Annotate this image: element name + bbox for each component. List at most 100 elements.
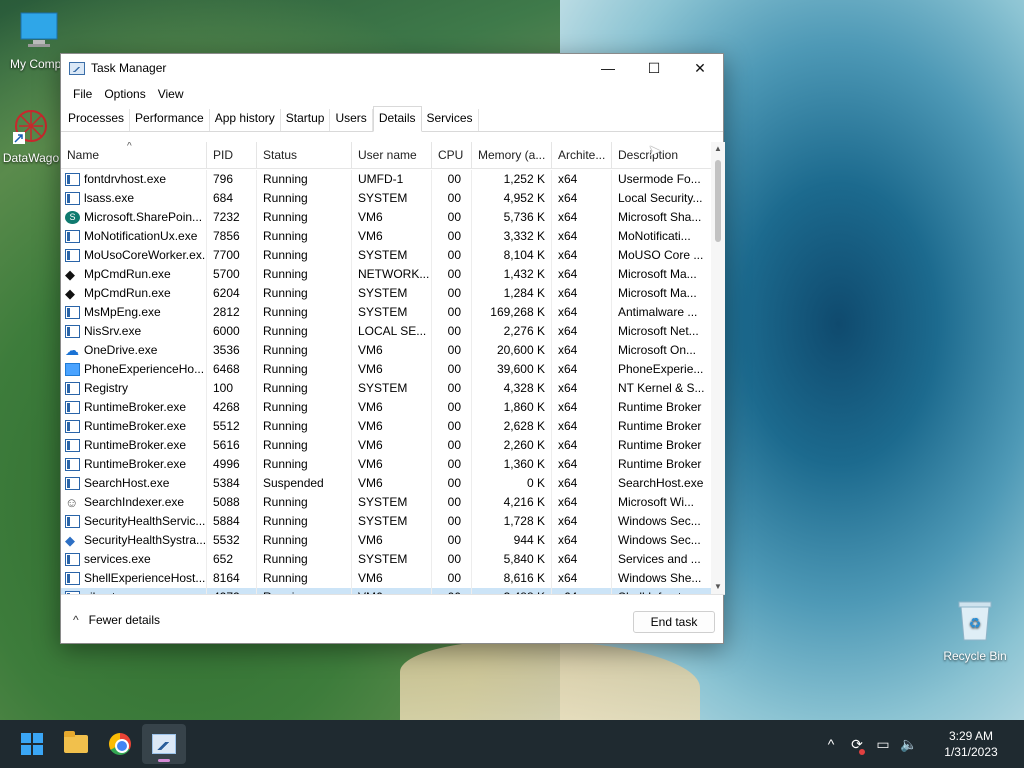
show-desktop-button[interactable] [1016, 720, 1024, 768]
tab-startup[interactable]: Startup [281, 109, 331, 131]
network-icon[interactable]: ▭ [870, 736, 896, 753]
user-name-cell: NETWORK... [352, 265, 432, 284]
process-name-cell: MsMpEng.exe [61, 303, 207, 322]
user-name-cell: VM6 [352, 569, 432, 588]
process-name-cell: ShellExperienceHost... [61, 569, 207, 588]
task-manager-icon [152, 734, 176, 754]
column-header-architecture[interactable]: Archite... [552, 142, 612, 169]
windows-logo-icon [21, 733, 43, 755]
table-row[interactable]: SearchHost.exe 5384 Suspended VM6 00 0 Kx64 Se… [61, 474, 711, 493]
process-name-cell: RuntimeBroker.exe [61, 455, 207, 474]
fewer-details-toggle[interactable]: ^ Fewer details [61, 613, 160, 627]
cpu-cell: 00 [432, 284, 472, 303]
architecture-cell: x64 [552, 436, 612, 455]
process-name: OneDrive.exe [84, 343, 158, 357]
clock[interactable]: 3:29 AM 1/31/2023 [926, 728, 1016, 760]
column-header-cpu[interactable]: CPU [432, 142, 472, 169]
description-cell: NT Kernel & S... [618, 381, 705, 395]
process-name: Microsoft.SharePoin... [84, 210, 203, 224]
process-name: RuntimeBroker.exe [84, 419, 187, 433]
tab-users[interactable]: Users [330, 109, 373, 131]
tab-app-history[interactable]: App history [210, 109, 281, 131]
memory-cell: 1,860 K [472, 398, 552, 417]
tab-processes[interactable]: Processes [63, 109, 131, 131]
user-name-cell: SYSTEM [352, 379, 432, 398]
table-row[interactable]: Registry 100 Running SYSTEM 00 4,328 Kx64 NT K… [61, 379, 711, 398]
tab-details[interactable]: Details [372, 106, 422, 132]
scrollbar-thumb[interactable] [715, 160, 721, 242]
sync-icon[interactable]: ⟳ [844, 736, 870, 755]
process-name-cell: SecurityHealthServic... [61, 512, 207, 531]
pid-cell: 5700 [207, 265, 257, 284]
menu-file[interactable]: File [67, 87, 98, 101]
architecture-cell: x64 [552, 189, 612, 208]
cpu-cell: 00 [432, 379, 472, 398]
minimize-button[interactable]: — [585, 54, 631, 82]
column-header-status[interactable]: Status [257, 142, 352, 169]
start-button[interactable] [10, 724, 54, 764]
memory-cell: 39,600 K [472, 360, 552, 379]
cpu-cell: 00 [432, 436, 472, 455]
column-header-description[interactable]: Description [612, 142, 711, 169]
desktop-icon-recycle-bin[interactable]: ♻ Recycle Bin [938, 598, 1012, 663]
table-row[interactable]: NisSrv.exe 6000 Running LOCAL SE... 00 2,276 … [61, 322, 711, 341]
chevron-up-icon[interactable]: ^ [818, 736, 844, 752]
table-row[interactable]: MpCmdRun.exe 5700RunningNETWORK...001,432… [61, 265, 711, 284]
cpu-cell: 00 [432, 455, 472, 474]
app-process-icon [65, 420, 80, 433]
process-name-cell: MpCmdRun.exe [61, 284, 207, 303]
process-name-cell: NisSrv.exe [61, 322, 207, 341]
folder-icon [64, 731, 88, 753]
menu-view[interactable]: View [152, 87, 190, 101]
desktop-icon-datawago[interactable]: DataWago [0, 108, 68, 165]
table-row[interactable]: RuntimeBroker.exe 5616 Running VM6 00 2,260 K… [61, 436, 711, 455]
taskbar: ^ ⟳ ▭ 🔈 3:29 AM 1/31/2023 [0, 720, 1024, 768]
table-row[interactable]: MoNotificationUx.exe 7856 Running VM6 00 3,33… [61, 227, 711, 246]
description-cell: Windows Sec... [618, 533, 701, 547]
table-row[interactable]: Microsoft.SharePoin... 7232RunningVM6005,… [61, 208, 711, 227]
taskbar-task-manager[interactable] [142, 724, 186, 764]
scroll-down-arrow-icon[interactable]: ▼ [711, 580, 725, 594]
table-row[interactable]: ShellExperienceHost... 8164 Running VM6 00 8,… [61, 569, 711, 588]
close-button[interactable]: ✕ [677, 54, 723, 82]
pid-cell: 8164 [207, 569, 257, 588]
column-header-user-name[interactable]: User name [352, 142, 432, 169]
column-header-name[interactable]: ^ Name [61, 142, 207, 169]
tab-services[interactable]: Services [422, 109, 479, 131]
architecture-cell: x64 [552, 531, 612, 550]
column-header-pid[interactable]: PID [207, 142, 257, 169]
column-header-memory[interactable]: Memory (a... [472, 142, 552, 169]
table-row[interactable]: OneDrive.exe 3536RunningVM60020,600 Kx64 M… [61, 341, 711, 360]
taskbar-chrome[interactable] [98, 724, 142, 764]
table-row[interactable]: PhoneExperienceHo... 6468 Running VM6 00 39,6… [61, 360, 711, 379]
scroll-up-arrow-icon[interactable]: ▲ [711, 142, 725, 156]
table-row[interactable]: MpCmdRun.exe 6204RunningSYSTEM001,284 Kx6… [61, 284, 711, 303]
table-row[interactable]: MoUsoCoreWorker.ex... 7700 Running SYSTEM 00… [61, 246, 711, 265]
tab-performance[interactable]: Performance [130, 109, 210, 131]
table-row[interactable]: services.exe 652 Running SYSTEM 00 5,840 Kx64… [61, 550, 711, 569]
app-process-icon [65, 173, 80, 186]
process-name-cell: MpCmdRun.exe [61, 265, 207, 284]
process-name: SearchHost.exe [84, 476, 170, 490]
table-row[interactable]: SecurityHealthSystra...5532RunningVM6009… [61, 531, 711, 550]
table-row[interactable]: RuntimeBroker.exe 4268 Running VM6 00 1,860 K… [61, 398, 711, 417]
table-row[interactable]: SearchIndexer.exe 5088RunningSYSTEM004,21… [61, 493, 711, 512]
menu-options[interactable]: Options [98, 87, 151, 101]
memory-cell: 2,628 K [472, 417, 552, 436]
table-row[interactable]: SecurityHealthServic... 5884 Running SYSTEM… [61, 512, 711, 531]
table-row[interactable]: RuntimeBroker.exe 4996 Running VM6 00 1,360 K… [61, 455, 711, 474]
memory-cell: 20,600 K [472, 341, 552, 360]
maximize-button[interactable]: ☐ [631, 54, 677, 82]
table-row[interactable]: fontdrvhost.exe 796 Running UMFD-1 00 1,252 K… [61, 170, 711, 189]
taskbar-file-explorer[interactable] [54, 724, 98, 764]
title-bar[interactable]: Task Manager — ☐ ✕ [61, 54, 723, 82]
table-row[interactable]: RuntimeBroker.exe 5512 Running VM6 00 2,628 K… [61, 417, 711, 436]
cpu-cell: 00 [432, 341, 472, 360]
volume-icon[interactable]: 🔈 [896, 736, 922, 753]
process-name-cell: Registry [61, 379, 207, 398]
end-task-button[interactable]: End task [633, 611, 715, 633]
table-row[interactable]: lsass.exe 684 Running SYSTEM 00 4,952 Kx64 Loc… [61, 189, 711, 208]
table-row[interactable]: MsMpEng.exe 2812 Running SYSTEM 00 169,268 Kx… [61, 303, 711, 322]
status-cell: Running [257, 398, 352, 417]
vertical-scrollbar[interactable]: ▲ ▼ [711, 142, 725, 594]
